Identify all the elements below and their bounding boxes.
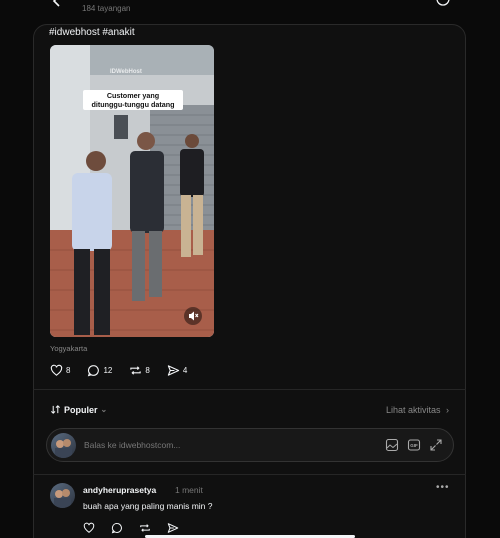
view-count: 184 tayangan: [82, 4, 131, 13]
heart-icon: [50, 364, 63, 376]
heart-icon[interactable]: [83, 522, 95, 534]
divider: [33, 474, 466, 475]
video-overlay-caption: Customer yang ditunggu-tunggu datang: [83, 90, 183, 110]
sort-dropdown[interactable]: Populer ⌄: [50, 404, 107, 415]
gif-icon[interactable]: GIF: [407, 438, 421, 452]
post-actions: 8 12 8 4: [50, 362, 204, 378]
chevron-right-icon: ›: [446, 405, 449, 415]
reply-placeholder: Balas ke idwebhostcom...: [84, 440, 181, 450]
comment-button[interactable]: 12: [87, 364, 112, 377]
comment-text: buah apa yang paling manis min ?: [83, 501, 213, 511]
comment-more-options-icon[interactable]: •••: [436, 482, 450, 493]
video-overlay-line-2: ditunggu-tunggu datang: [91, 100, 175, 109]
comment-icon[interactable]: [111, 522, 123, 534]
sort-label: Populer: [64, 404, 98, 415]
comment-username[interactable]: andyheruprasetya: [83, 485, 156, 495]
reply-input[interactable]: Balas ke idwebhostcom... GIF: [46, 428, 454, 462]
repost-button[interactable]: 8: [129, 364, 150, 377]
sort-arrows-icon: [51, 405, 60, 414]
svg-text:GIF: GIF: [410, 443, 418, 448]
repost-icon[interactable]: [139, 522, 151, 534]
avatar: [51, 433, 76, 458]
comment-timestamp: 1 menit: [175, 485, 203, 495]
like-button[interactable]: 8: [50, 364, 70, 377]
post-caption: #idwebhost #anakit: [49, 27, 135, 38]
share-button[interactable]: 4: [167, 364, 187, 377]
send-icon: [167, 364, 179, 376]
video-watermark: IDWebHost: [110, 69, 142, 75]
comment-count: 12: [103, 365, 113, 375]
more-options-icon[interactable]: [436, 0, 450, 6]
share-count: 4: [182, 365, 188, 375]
send-icon[interactable]: [167, 522, 179, 534]
comment-avatar[interactable]: [50, 483, 75, 508]
top-bar: 184 tayangan: [0, 0, 500, 22]
chevron-down-icon: ⌄: [100, 405, 108, 414]
view-activity-link[interactable]: Lihat aktivitas ›: [386, 405, 449, 415]
muted-speaker-icon[interactable]: [184, 307, 202, 325]
expand-icon[interactable]: [429, 438, 443, 452]
comment-icon: [88, 364, 100, 376]
repost-count: 8: [145, 365, 150, 375]
reply-attachments: GIF: [377, 438, 443, 452]
comment-actions: [83, 522, 195, 534]
view-activity-label: Lihat aktivitas: [385, 405, 441, 415]
post-video[interactable]: IDWebHost Customer yang ditunggu-tunggu …: [50, 45, 214, 337]
repost-icon: [130, 365, 142, 375]
video-overlay-line-1: Customer yang: [106, 91, 160, 100]
post-location[interactable]: Yogyakarta: [50, 344, 87, 353]
like-count: 8: [66, 365, 71, 375]
video-frame: [50, 45, 214, 337]
divider: [33, 389, 466, 390]
back-arrow-icon[interactable]: [50, 0, 64, 8]
image-icon[interactable]: [385, 438, 399, 452]
